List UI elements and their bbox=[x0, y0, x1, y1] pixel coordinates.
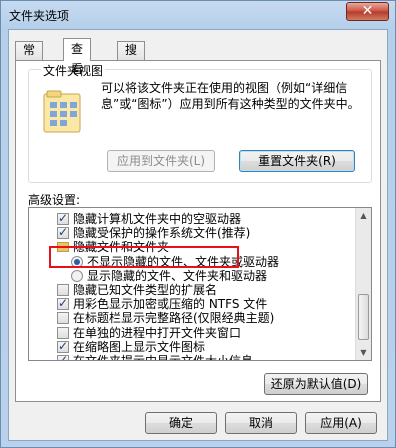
tab-search[interactable]: 搜索 bbox=[117, 41, 146, 74]
close-icon: ✕ bbox=[361, 3, 374, 19]
cancel-button[interactable]: 取消 bbox=[225, 412, 297, 434]
setting-checkbox[interactable] bbox=[57, 326, 69, 339]
advanced-settings-scrollbar[interactable]: ▲ ▼ bbox=[355, 208, 371, 360]
setting-label: 在单独的进程中打开文件夹窗口 bbox=[73, 325, 242, 340]
setting-checkbox[interactable] bbox=[57, 296, 69, 311]
folder-options-window: 文件夹选项 ✕ 常规 查看 搜索 文件夹视图 bbox=[0, 0, 396, 448]
ok-button[interactable]: 确定 bbox=[145, 412, 217, 434]
setting-label: 在缩略图上显示文件图标 bbox=[73, 339, 206, 354]
setting-checkbox[interactable] bbox=[57, 225, 69, 240]
setting-checkbox[interactable] bbox=[57, 339, 69, 353]
folder-views-group: 文件夹视图 可以将该文件夹正在使用的视图（例如“详细信息”或“图标”）应用到所有… bbox=[28, 62, 372, 183]
setting-label: 在标题栏显示完整路径(仅限经典主题) bbox=[73, 311, 275, 326]
setting-radio[interactable] bbox=[71, 269, 83, 282]
setting-label: 隐藏已知文件类型的扩展名 bbox=[73, 283, 218, 297]
reset-folders-button[interactable]: 重置文件夹(R) bbox=[239, 150, 355, 172]
setting-checkbox[interactable] bbox=[57, 211, 69, 225]
window-title: 文件夹选项 bbox=[9, 9, 70, 23]
view-tab-panel: 文件夹视图 可以将该文件夹正在使用的视图（例如“详细信息”或“图标”）应用到所有… bbox=[15, 60, 381, 402]
restore-defaults-button[interactable]: 还原为默认值(D) bbox=[264, 373, 368, 395]
apply-to-folders-button[interactable]: 应用到文件夹(L) bbox=[107, 150, 215, 172]
folder-views-description: 可以将该文件夹正在使用的视图（例如“详细信息”或“图标”）应用到所有这种类型的文… bbox=[101, 81, 360, 111]
setting-label: 用彩色显示加密或压缩的 NTFS 文件 bbox=[73, 297, 268, 312]
setting-checkbox[interactable] bbox=[57, 312, 69, 325]
folder-view-icon bbox=[43, 90, 81, 133]
apply-button[interactable]: 应用(A) bbox=[305, 412, 377, 434]
advanced-settings-list[interactable]: 隐藏计算机文件夹中的空驱动器隐藏受保护的操作系统文件(推荐)隐藏文件和文件夹不显… bbox=[28, 207, 372, 361]
setting-checkbox[interactable] bbox=[57, 284, 69, 296]
setting-label: 隐藏计算机文件夹中的空驱动器 bbox=[73, 212, 242, 226]
scroll-up-icon[interactable]: ▲ bbox=[358, 210, 369, 221]
scroll-down-icon[interactable]: ▼ bbox=[358, 347, 369, 358]
advanced-settings-label: 高级设置: bbox=[28, 193, 81, 207]
title-bar[interactable]: 文件夹选项 ✕ bbox=[1, 1, 395, 29]
close-button[interactable]: ✕ bbox=[346, 2, 389, 21]
setting-label: 隐藏受保护的操作系统文件(推荐) bbox=[73, 226, 251, 241]
setting-label: 显示隐藏的文件、文件夹和驱动器 bbox=[87, 268, 268, 283]
dialog-client-area: 常规 查看 搜索 文件夹视图 可以将该文件夹正在 bbox=[8, 29, 388, 441]
tab-general[interactable]: 常规 bbox=[15, 41, 44, 74]
setting-checkbox[interactable] bbox=[57, 353, 69, 360]
highlight-box bbox=[49, 246, 239, 268]
tab-view[interactable]: 查看 bbox=[63, 38, 92, 76]
scroll-thumb[interactable] bbox=[358, 294, 369, 340]
setting-label: 在文件夹提示中显示文件大小信息 bbox=[73, 354, 254, 361]
